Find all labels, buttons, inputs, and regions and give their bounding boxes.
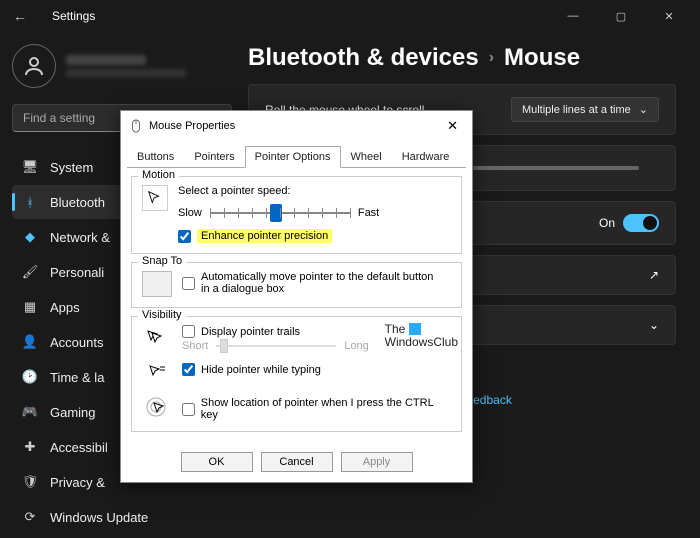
profile-name xyxy=(66,55,146,65)
nav-icon: ᚼ xyxy=(22,194,38,210)
nav-icon: ⟳ xyxy=(22,509,38,525)
nav-label: Privacy & xyxy=(50,475,105,490)
tab-wheel[interactable]: Wheel xyxy=(341,146,392,168)
dialog-close-button[interactable]: ✕ xyxy=(441,116,464,136)
enhance-precision-label: Enhance pointer precision xyxy=(197,229,332,243)
nav-label: Bluetooth xyxy=(50,195,105,210)
sidebar-item-windows-update[interactable]: ⟳ Windows Update xyxy=(12,500,232,534)
snap-label: Automatically move pointer to the defaul… xyxy=(201,271,441,295)
nav-label: Accounts xyxy=(50,335,103,350)
nav-icon: 🛡 xyxy=(22,474,38,490)
external-link-icon: ↗ xyxy=(649,268,659,282)
trails-icon xyxy=(142,325,172,351)
motion-fieldset: Motion Select a pointer speed: Slow Fast xyxy=(131,176,462,254)
nav-icon: 🖌 xyxy=(22,264,38,280)
ok-button[interactable]: OK xyxy=(181,452,253,472)
mouse-properties-dialog: Mouse Properties ✕ ButtonsPointersPointe… xyxy=(120,110,473,483)
pointer-speed-icon xyxy=(142,185,168,211)
nav-label: Accessibil xyxy=(50,440,108,455)
trails-slider xyxy=(216,345,336,347)
enhance-precision-checkbox[interactable] xyxy=(178,230,191,243)
profile-email xyxy=(66,69,186,77)
scroll-dropdown[interactable]: Multiple lines at a time ⌄ xyxy=(511,97,659,122)
search-placeholder: Find a setting xyxy=(23,111,95,125)
tab-pointer-options[interactable]: Pointer Options xyxy=(245,146,341,168)
nav-icon: ▦ xyxy=(22,299,38,315)
chevron-down-icon: ⌄ xyxy=(649,318,659,332)
snap-checkbox[interactable] xyxy=(182,277,195,290)
nav-icon: 🕑 xyxy=(22,369,38,385)
pointer-speed-slider[interactable] xyxy=(210,203,350,223)
ctrl-locate-icon xyxy=(142,394,172,420)
minimize-button[interactable]: — xyxy=(550,0,596,32)
cancel-button[interactable]: Cancel xyxy=(261,452,333,472)
nav-icon: ◆ xyxy=(22,229,38,245)
nav-label: Personali xyxy=(50,265,104,280)
trails-checkbox[interactable] xyxy=(182,325,195,338)
apply-button[interactable]: Apply xyxy=(341,452,413,472)
watermark: The WindowsClub xyxy=(385,323,458,349)
hide-typing-checkbox[interactable] xyxy=(182,363,195,376)
nav-label: Time & la xyxy=(50,370,104,385)
close-button[interactable]: ✕ xyxy=(646,0,692,32)
dialog-titlebar[interactable]: Mouse Properties ✕ xyxy=(121,111,472,141)
tab-buttons[interactable]: Buttons xyxy=(127,146,184,168)
breadcrumb-parent[interactable]: Bluetooth & devices xyxy=(248,44,479,72)
snapto-fieldset: Snap To Automatically move pointer to th… xyxy=(131,262,462,308)
ctrl-locate-checkbox[interactable] xyxy=(182,403,195,416)
nav-icon: 🎮 xyxy=(22,404,38,420)
nav-label: Network & xyxy=(50,230,110,245)
nav-icon: ✚ xyxy=(22,439,38,455)
chevron-down-icon: ⌄ xyxy=(639,103,648,116)
nav-label: Gaming xyxy=(50,405,96,420)
maximize-button[interactable]: ▢ xyxy=(598,0,644,32)
profile[interactable] xyxy=(12,44,232,88)
snap-icon xyxy=(142,271,172,297)
hover-toggle[interactable] xyxy=(623,214,659,232)
nav-icon: 👤 xyxy=(22,334,38,350)
tab-hardware[interactable]: Hardware xyxy=(392,146,460,168)
dialog-tabs: ButtonsPointersPointer OptionsWheelHardw… xyxy=(121,141,472,167)
tab-pointers[interactable]: Pointers xyxy=(184,146,244,168)
back-button[interactable]: ← xyxy=(8,8,32,24)
window-titlebar: ← Settings — ▢ ✕ xyxy=(0,0,700,32)
window-title: Settings xyxy=(52,9,95,23)
avatar xyxy=(12,44,56,88)
nav-label: Apps xyxy=(50,300,80,315)
pointer-speed-label: Select a pointer speed: xyxy=(178,185,451,197)
dialog-title: Mouse Properties xyxy=(149,120,235,132)
chevron-right-icon: › xyxy=(489,49,494,67)
nav-icon: 🖥 xyxy=(22,159,38,175)
nav-label: Windows Update xyxy=(50,510,148,525)
nav-label: System xyxy=(50,160,93,175)
breadcrumb: Bluetooth & devices › Mouse xyxy=(248,44,676,72)
breadcrumb-current: Mouse xyxy=(504,44,580,72)
hide-typing-icon xyxy=(142,360,172,386)
mouse-icon xyxy=(129,119,143,133)
